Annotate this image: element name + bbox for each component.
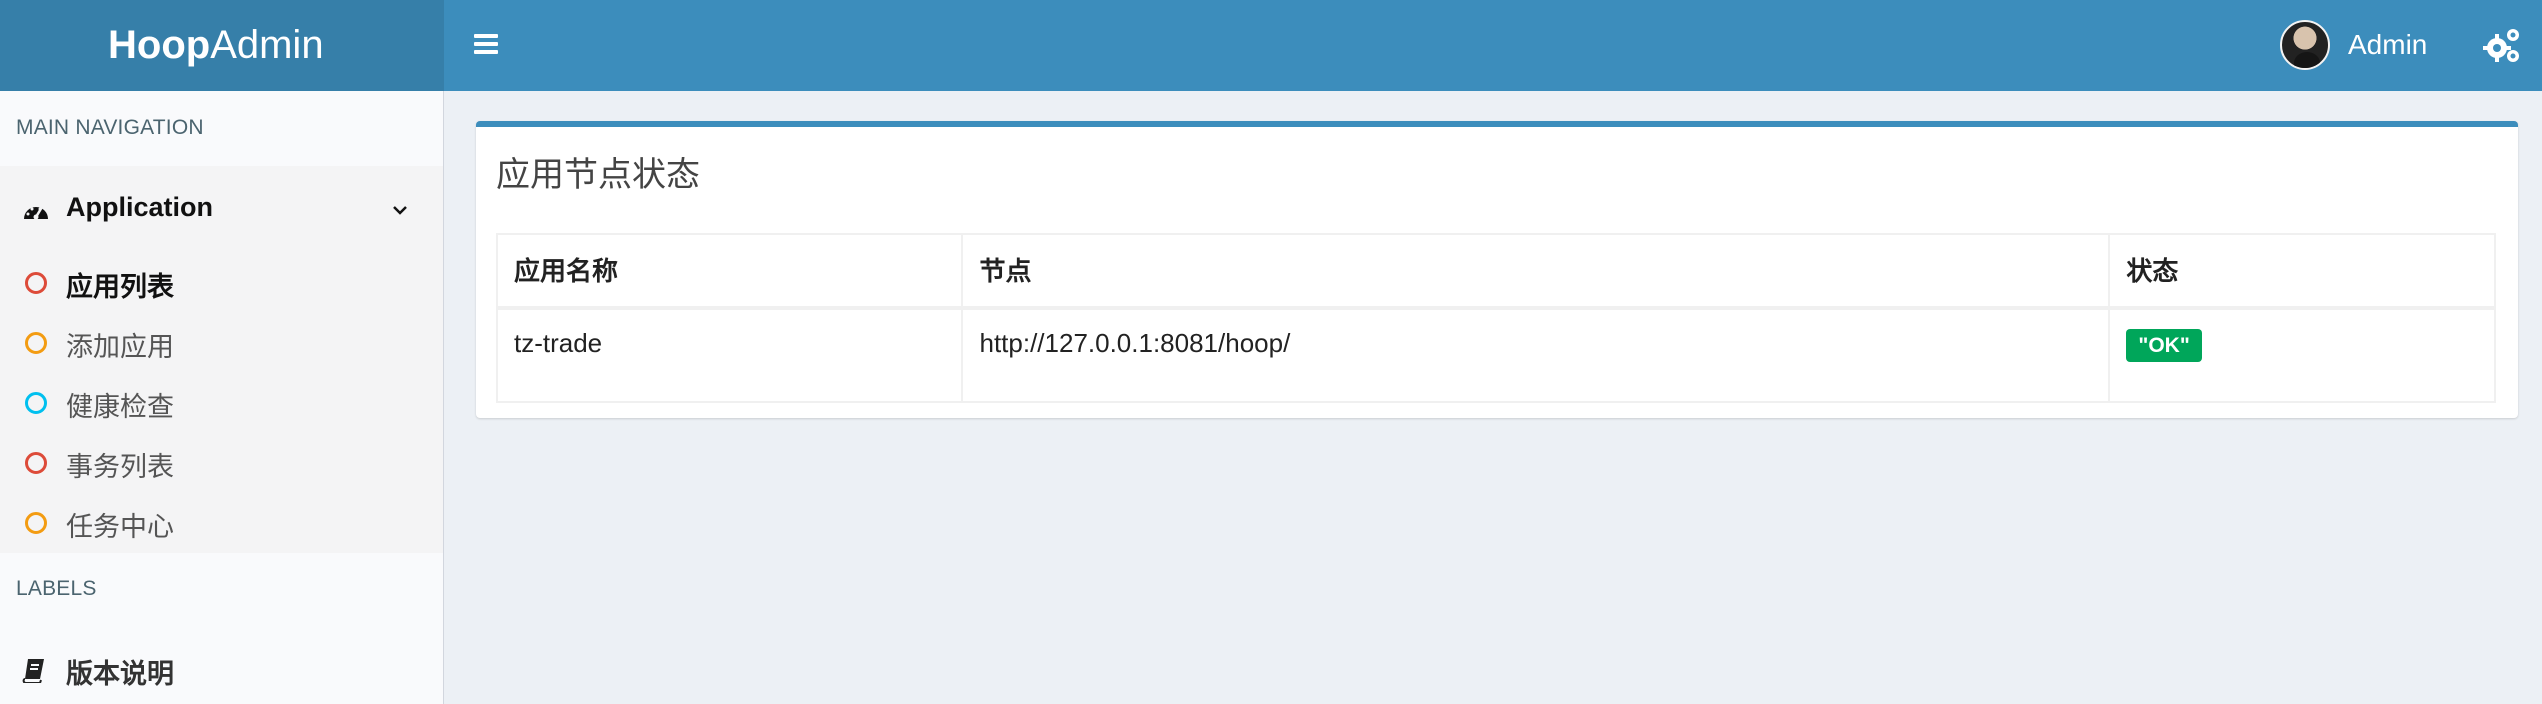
application-submenu: 应用列表 添加应用 健康检查 事务列表 任务中心 (0, 252, 443, 552)
sidebar-item-task-center[interactable]: 任务中心 (0, 492, 443, 552)
menu-icon[interactable] (470, 28, 504, 62)
application-menu: Application 应用列表 添加应用 健康检查 事务列表 任务中心 (0, 166, 443, 553)
logo-light-text: Admin (210, 23, 324, 67)
sidebar-item-label: 任务中心 (66, 512, 174, 542)
logo-bold-text: Hoop (108, 23, 211, 67)
sidebar-item-health-check[interactable]: 健康检查 (0, 372, 443, 432)
user-menu[interactable]: Admin (2280, 16, 2427, 74)
labels-title: LABELS (16, 577, 97, 600)
sidebar-item-label: Application (66, 192, 213, 222)
dashboard-icon (24, 206, 48, 220)
circle-icon (25, 272, 47, 294)
node-cell: http://127.0.0.1:8081/hoop/ (961, 307, 2111, 403)
node-status-table: 应用名称 节点 状态 tz-trade http://127.0.0.1:808… (495, 233, 2496, 403)
column-header-app-name: 应用名称 (495, 233, 964, 310)
chevron-down-icon (393, 206, 407, 215)
column-header-status: 状态 (2108, 233, 2496, 310)
app-name-cell: tz-trade (495, 307, 964, 403)
sidebar-item-application[interactable]: Application (0, 166, 443, 252)
circle-icon (25, 452, 47, 474)
main-navigation-title: MAIN NAVIGATION (16, 116, 204, 139)
circle-icon (25, 332, 47, 354)
column-header-node: 节点 (961, 233, 2111, 310)
table-row: tz-trade http://127.0.0.1:8081/hoop/ "OK… (495, 307, 2496, 403)
gears-icon[interactable] (2482, 25, 2522, 65)
node-status-box: 应用节点状态 应用名称 节点 状态 tz-trade http://127.0.… (476, 121, 2518, 418)
status-cell: "OK" (2108, 307, 2496, 403)
top-header: HoopAdmin Admin (0, 0, 2542, 91)
sidebar-item-label: 添加应用 (66, 332, 174, 362)
page-title: 应用节点状态 (496, 156, 700, 194)
user-name: Admin (2348, 29, 2428, 60)
sidebar-item-version[interactable]: 版本说明 (0, 639, 443, 701)
app-logo[interactable]: HoopAdmin (108, 21, 324, 69)
sidebar: MAIN NAVIGATION Application 应用列表 添加应用 健康… (0, 91, 444, 704)
sidebar-item-label: 健康检查 (66, 392, 174, 422)
sidebar-item-add-app[interactable]: 添加应用 (0, 312, 443, 372)
sidebar-item-app-list[interactable]: 应用列表 (0, 252, 443, 312)
circle-icon (25, 392, 47, 414)
book-icon (22, 659, 44, 683)
logo-area[interactable]: HoopAdmin (0, 0, 444, 91)
table-header-row: 应用名称 节点 状态 (495, 233, 2496, 310)
avatar (2280, 20, 2330, 70)
sidebar-item-transaction-list[interactable]: 事务列表 (0, 432, 443, 492)
sidebar-item-label: 应用列表 (66, 272, 174, 302)
circle-icon (25, 512, 47, 534)
status-badge: "OK" (2126, 329, 2202, 362)
sidebar-item-label: 版本说明 (66, 659, 174, 689)
sidebar-item-label: 事务列表 (66, 452, 174, 482)
